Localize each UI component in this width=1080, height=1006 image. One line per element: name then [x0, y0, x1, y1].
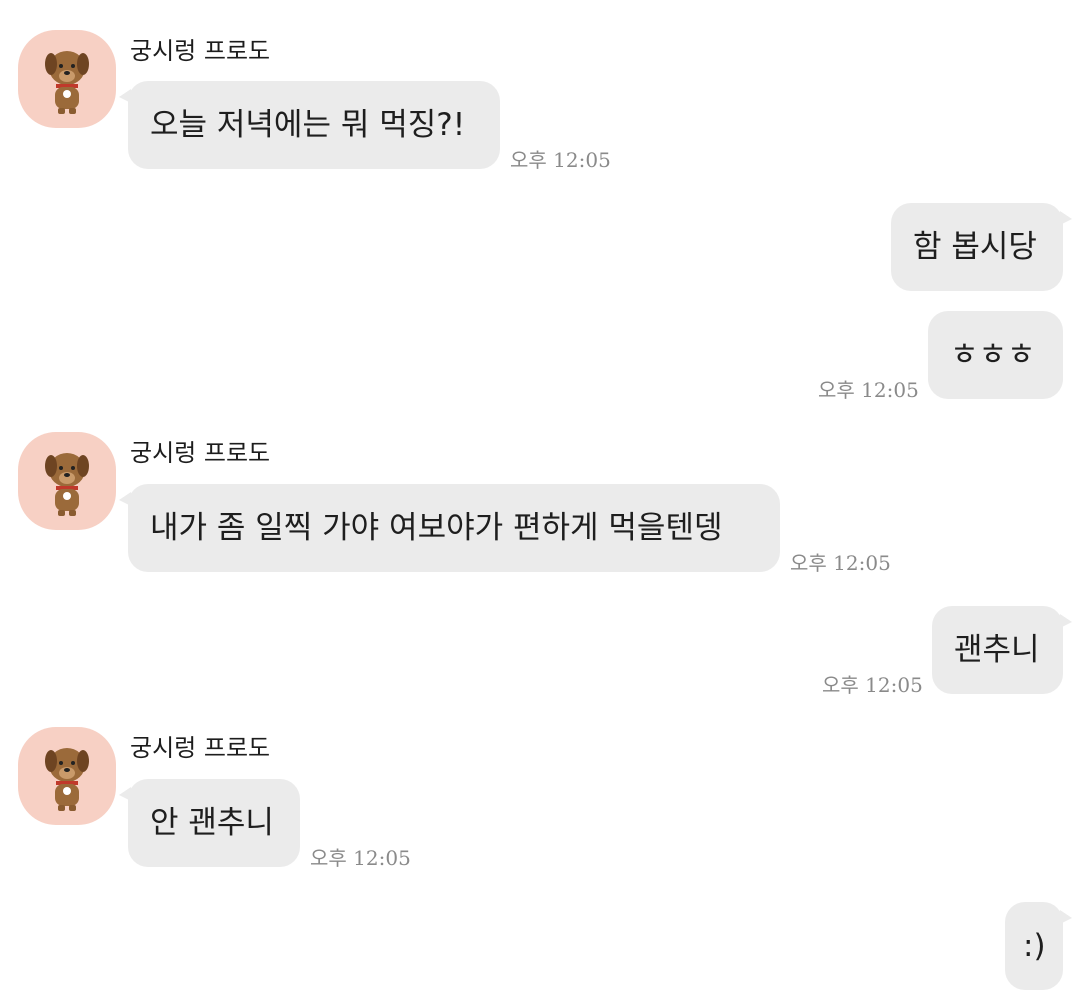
message-text: 괜추니: [954, 632, 1040, 668]
sender-avatar[interactable]: [18, 30, 116, 128]
message-bubble[interactable]: 함 봅시당: [891, 203, 1072, 291]
message-bubble[interactable]: 괜추니: [932, 606, 1072, 694]
brown-dog-character-icon: [45, 453, 89, 516]
sender-name: 궁시렁 프로도: [130, 734, 271, 762]
sender-avatar[interactable]: [18, 432, 116, 530]
message-bubble[interactable]: 안 괜추니: [119, 779, 300, 867]
message-text: ㅎㅎㅎ: [950, 337, 1036, 373]
message-text: 안 괜추니: [150, 805, 274, 841]
brown-dog-character-icon: [45, 748, 89, 811]
message-bubble[interactable]: 내가 좀 일찍 가야 여보야가 편하게 먹을텐뎅: [119, 484, 780, 572]
message-bubble[interactable]: 오늘 저녁에는 뭐 먹징?!: [119, 81, 500, 169]
message-text: 오늘 저녁에는 뭐 먹징?!: [150, 107, 466, 143]
message-time: 오후 12:05: [310, 846, 411, 870]
message-text: :): [1023, 928, 1046, 964]
message-time: 오후 12:05: [818, 378, 919, 402]
message-text: 함 봅시당: [913, 229, 1037, 265]
sender-name: 궁시렁 프로도: [130, 439, 271, 467]
message-time: 오후 12:05: [790, 551, 891, 575]
brown-dog-character-icon: [45, 51, 89, 114]
message-bubble[interactable]: :): [1005, 902, 1072, 990]
message-time: 오후 12:05: [822, 673, 923, 697]
sender-name: 궁시렁 프로도: [130, 37, 271, 65]
message-text: 내가 좀 일찍 가야 여보야가 편하게 먹을텐뎅: [150, 510, 723, 546]
message-time: 오후 12:05: [510, 148, 611, 172]
sender-avatar[interactable]: [18, 727, 116, 825]
message-bubble[interactable]: ㅎㅎㅎ: [928, 311, 1063, 399]
